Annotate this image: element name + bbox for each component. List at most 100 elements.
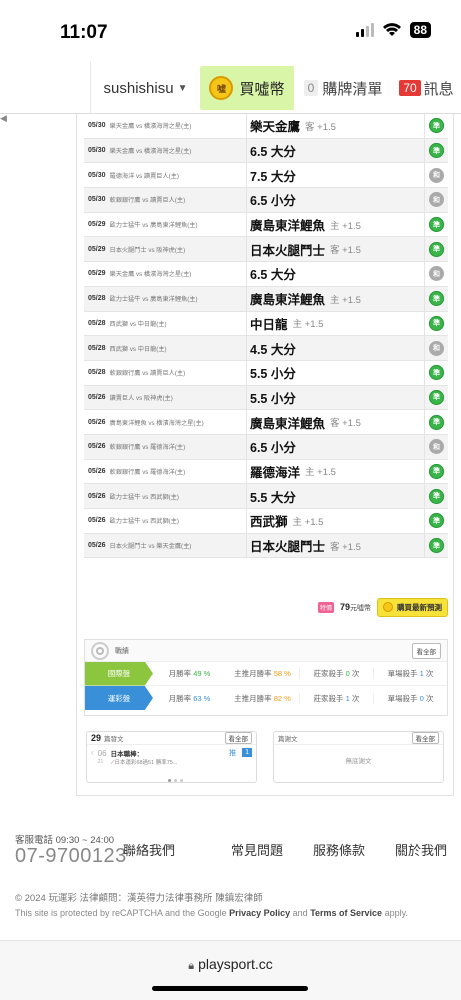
buy-prediction-button[interactable]: 購買最新預測 bbox=[377, 597, 448, 617]
footer-link-about[interactable]: 關於我們 bbox=[395, 840, 447, 859]
result-cell: 準 bbox=[424, 484, 448, 508]
result-win-badge: 準 bbox=[429, 463, 444, 479]
pick-cell: 樂天金鷹客 +1.5 bbox=[247, 114, 424, 138]
result-cell: 準 bbox=[424, 410, 448, 434]
table-row[interactable]: 05/26 廣島東洋鯉魚 vs 橫濱海灣之星(主) 廣島東洋鯉魚客 +1.5 準 bbox=[84, 410, 448, 435]
match-date: 05/26 bbox=[88, 393, 106, 401]
chevron-left-icon[interactable]: ‹ bbox=[91, 748, 94, 757]
table-row[interactable]: 05/26 歐力士猛牛 vs 西武獅(主) 西武獅主 +1.5 準 bbox=[84, 509, 448, 534]
table-row[interactable]: 05/30 羅德海洋 vs 讀賣巨人(主) 7.5 大分和 bbox=[84, 163, 448, 189]
table-row[interactable]: 05/30 樂天金鷹 vs 橫濱海灣之星(主) 樂天金鷹客 +1.5 準 bbox=[84, 114, 448, 139]
footer-link-terms[interactable]: 服務條款 bbox=[313, 840, 365, 859]
match-cell: 05/26 廣島東洋鯉魚 vs 橫濱海灣之星(主) bbox=[84, 410, 247, 434]
match-cell: 05/29 樂天金鷹 vs 橫濱海灣之星(主) bbox=[84, 262, 247, 286]
result-cell: 準 bbox=[424, 311, 448, 336]
match-date: 05/26 bbox=[88, 443, 106, 451]
table-row[interactable]: 05/28 西武獅 vs 中日龍(主) 4.5 大分和 bbox=[84, 336, 448, 361]
match-teams: 樂天金鷹 vs 橫濱海灣之星(主) bbox=[109, 271, 192, 279]
price-value: 79 bbox=[339, 601, 350, 612]
match-teams: 軟銀銀行鷹 vs 讀賣巨人(主) bbox=[109, 370, 186, 378]
table-row[interactable]: 05/26 歐力士猛牛 vs 西武獅(主) 5.5 大分準 bbox=[84, 484, 448, 509]
table-row[interactable]: 05/30 樂天金鷹 vs 橫濱海灣之星(主) 6.5 大分準 bbox=[84, 138, 448, 164]
pick-handicap: 主 +1.5 bbox=[305, 467, 336, 479]
posts-view-all-button[interactable]: 看全部 bbox=[224, 732, 252, 744]
pick-text: 7.5 大分 bbox=[250, 169, 296, 184]
match-cell: 05/26 軟銀銀行鷹 vs 羅德海洋(主) bbox=[84, 434, 247, 459]
back-arrow-icon[interactable]: ◀ bbox=[0, 113, 16, 125]
month-rate: 月勝率 49 % bbox=[168, 669, 211, 678]
match-cell: 05/28 西武獅 vs 中日龍(主) bbox=[84, 311, 247, 336]
privacy-policy-link[interactable]: Privacy Policy bbox=[229, 908, 290, 918]
pick-text: 羅德海洋 bbox=[250, 465, 301, 480]
result-win-badge: 準 bbox=[429, 414, 444, 430]
match-date: 05/30 bbox=[88, 147, 106, 155]
match-date: 05/28 bbox=[88, 295, 106, 303]
record-row-intl: 國際盤 月勝率 49 % 主推月勝率 58 % 莊家殺手 0 次 單場殺手 1 … bbox=[85, 661, 447, 686]
wifi-icon bbox=[382, 23, 401, 36]
match-teams: 歐力士猛牛 vs 廣島東洋鯉魚(主) bbox=[109, 222, 198, 230]
buy-coins-button[interactable]: 噓買噓幣 bbox=[200, 66, 294, 110]
match-date: 05/30 bbox=[88, 196, 106, 204]
main-rate: 主推月勝率 58 % bbox=[234, 669, 291, 678]
result-win-badge: 準 bbox=[429, 365, 444, 381]
home-indicator[interactable] bbox=[152, 986, 308, 991]
result-cell: 準 bbox=[424, 138, 448, 163]
match-date: 05/30 bbox=[88, 171, 106, 179]
result-win-badge: 準 bbox=[429, 291, 444, 307]
recaptcha-notice: This site is protected by reCAPTCHA and … bbox=[15, 908, 408, 918]
record-row-lottery: 運彩盤 月勝率 63 % 主推月勝率 82 % 莊家殺手 1 次 單場殺手 0 … bbox=[85, 686, 447, 710]
table-row[interactable]: 05/26 讀賣巨人 vs 阪神虎(主) 5.5 小分準 bbox=[84, 385, 448, 411]
table-row[interactable]: 05/30 軟銀銀行鷹 vs 讀賣巨人(主) 6.5 小分和 bbox=[84, 188, 448, 213]
result-cell: 準 bbox=[424, 533, 448, 558]
post-item[interactable]: ‹ 06 21 日本職棒： ⟋日本運彩68過51 勝率75... 推 1 bbox=[87, 745, 256, 770]
browser-url-bar[interactable]: 🔒︎ playsport.cc bbox=[0, 940, 461, 1000]
match-cell: 05/30 樂天金鷹 vs 橫濱海灣之星(主) bbox=[84, 138, 247, 163]
table-row[interactable]: 05/29 日本火腿鬥士 vs 阪神虎(主) 日本火腿鬥士客 +1.5 準 bbox=[84, 237, 448, 263]
pick-cell: 6.5 大分 bbox=[247, 139, 424, 163]
status-icons: 88 bbox=[355, 22, 431, 38]
pick-cell: 廣島東洋鯉魚客 +1.5 bbox=[247, 410, 424, 434]
table-row[interactable]: 05/28 軟銀銀行鷹 vs 讀賣巨人(主) 5.5 小分準 bbox=[84, 360, 448, 386]
pick-text: 廣島東洋鯉魚 bbox=[250, 416, 326, 431]
table-row[interactable]: 05/29 樂天金鷹 vs 橫濱海灣之星(主) 6.5 大分和 bbox=[84, 262, 448, 287]
match-teams: 西武獅 vs 中日龍(主) bbox=[109, 345, 167, 353]
pick-cell: 西武獅主 +1.5 bbox=[247, 509, 424, 533]
posts-label: 篇發文 bbox=[104, 736, 124, 743]
replies-view-all-button[interactable]: 看全部 bbox=[411, 732, 439, 744]
cart-button[interactable]: 0 購牌清單 bbox=[296, 62, 390, 114]
pick-cell: 羅德海洋主 +1.5 bbox=[247, 460, 424, 484]
match-teams: 讀賣巨人 vs 阪神虎(主) bbox=[109, 394, 173, 402]
messages-button[interactable]: 70 訊息 bbox=[392, 62, 461, 114]
match-teams: 軟銀銀行鷹 vs 羅德海洋(主) bbox=[109, 468, 186, 476]
pick-cell: 中日龍主 +1.5 bbox=[247, 312, 424, 336]
table-row[interactable]: 05/26 日本火腿鬥士 vs 樂天金鷹(主) 日本火腿鬥士客 +1.5 準 bbox=[84, 533, 448, 559]
match-cell: 05/29 歐力士猛牛 vs 廣島東洋鯉魚(主) bbox=[84, 212, 247, 237]
record-label: 國際盤 bbox=[85, 661, 153, 686]
pick-cell: 5.5 大分 bbox=[247, 484, 424, 508]
table-row[interactable]: 05/28 西武獅 vs 中日龍(主) 中日龍主 +1.5 準 bbox=[84, 311, 448, 337]
post-desc: ⟋日本運彩68過51 勝率75... bbox=[110, 760, 178, 766]
terms-link[interactable]: Terms of Service bbox=[310, 908, 382, 918]
sale-tag: 特價 bbox=[317, 601, 334, 613]
pick-handicap: 主 +1.5 bbox=[292, 516, 324, 528]
footer-link-contact[interactable]: 聯絡我們 bbox=[123, 840, 175, 859]
user-menu-button[interactable]: sushishisu ▼ bbox=[90, 62, 200, 114]
table-row[interactable]: 05/26 軟銀銀行鷹 vs 羅德海洋(主) 羅德海洋主 +1.5 準 bbox=[84, 459, 448, 485]
table-row[interactable]: 05/29 歐力士猛牛 vs 廣島東洋鯉魚(主) 廣島東洋鯉魚主 +1.5 準 bbox=[84, 212, 448, 238]
streak: 莊家殺手 0 次 bbox=[299, 668, 373, 679]
pick-text: 西武獅 bbox=[250, 515, 288, 530]
footer-link-faq[interactable]: 常見問題 bbox=[231, 840, 283, 859]
match-teams: 廣島東洋鯉魚 vs 橫濱海灣之星(主) bbox=[109, 419, 204, 427]
match-teams: 羅德海洋 vs 讀賣巨人(主) bbox=[109, 172, 179, 180]
record-view-all-button[interactable]: 看全部 bbox=[411, 642, 441, 659]
result-tie-badge: 和 bbox=[429, 266, 444, 282]
match-cell: 05/30 樂天金鷹 vs 橫濱海灣之星(主) bbox=[84, 114, 247, 138]
result-cell: 準 bbox=[424, 360, 448, 385]
table-row[interactable]: 05/26 軟銀銀行鷹 vs 羅德海洋(主) 6.5 小分和 bbox=[84, 434, 448, 460]
buy-coins-label: 買噓幣 bbox=[239, 80, 285, 98]
match-date: 05/28 bbox=[88, 319, 106, 327]
match-cell: 05/28 西武獅 vs 中日龍(主) bbox=[84, 336, 247, 360]
table-row[interactable]: 05/28 歐力士猛牛 vs 廣島東洋鯉魚(主) 廣島東洋鯉魚主 +1.5 準 bbox=[84, 286, 448, 312]
lock-icon: 🔒︎ bbox=[188, 960, 195, 972]
posts-header: 29 篇發文 看全部 bbox=[87, 732, 256, 745]
